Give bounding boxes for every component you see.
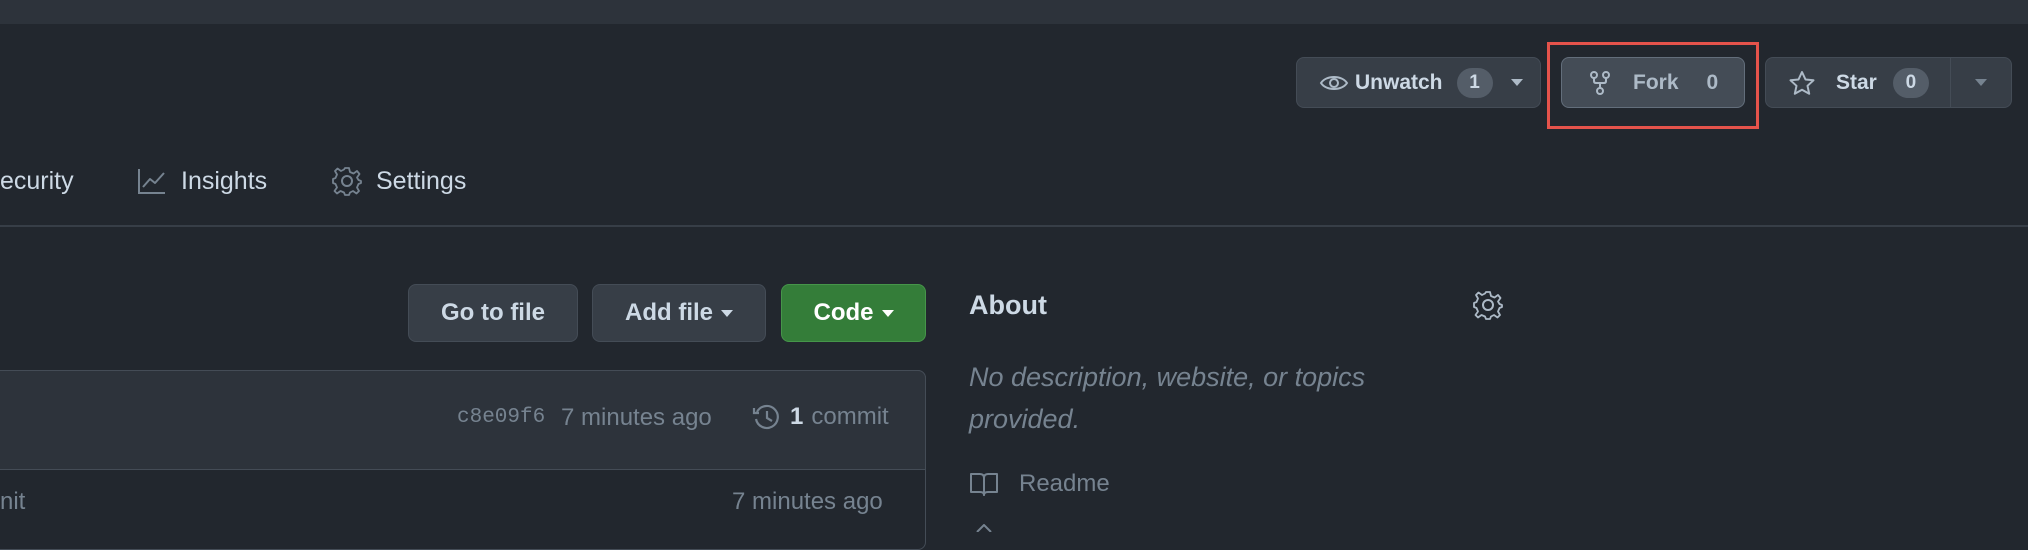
tab-settings-label: Settings: [376, 166, 467, 195]
tab-insights-label: Insights: [181, 166, 268, 195]
row-commit-message[interactable]: nit: [0, 488, 25, 516]
chevron-down-icon: [1975, 79, 1987, 86]
chevron-down-icon: [721, 309, 733, 317]
gear-icon: [332, 167, 362, 196]
chevron-down-icon: [881, 309, 894, 317]
commit-word: commit: [811, 403, 889, 430]
add-file-label: Add file: [625, 299, 713, 326]
add-file-button[interactable]: Add file: [592, 284, 766, 342]
watchers-count: 1: [1456, 67, 1493, 98]
chevron-down-icon[interactable]: [1510, 79, 1523, 86]
history-icon: [752, 404, 779, 430]
partial-icon: [976, 524, 992, 532]
code-label: Code: [813, 299, 874, 326]
code-button[interactable]: Code: [781, 284, 926, 342]
tab-insights[interactable]: Insights: [137, 164, 267, 198]
unwatch-button[interactable]: Unwatch 1: [1296, 57, 1541, 108]
about-description: No description, website, or topics provi…: [969, 362, 1366, 434]
row-time: 7 minutes ago: [732, 488, 883, 515]
gear-icon[interactable]: [1473, 290, 1503, 320]
stars-count: 0: [1892, 67, 1929, 98]
star-icon: [1789, 70, 1815, 95]
book-icon: [970, 473, 998, 496]
tab-settings[interactable]: Settings: [332, 164, 466, 198]
eye-icon: [1319, 75, 1349, 90]
tab-security[interactable]: ecurity: [0, 164, 74, 198]
star-label: Star: [1836, 70, 1877, 94]
top-strip: [0, 0, 2028, 24]
readme-label: Readme: [1019, 470, 1110, 497]
unwatch-label: Unwatch: [1355, 70, 1443, 94]
commit-sha[interactable]: c8e09f6: [457, 406, 545, 429]
readme-link[interactable]: Readme: [969, 470, 1110, 498]
commit-history-link[interactable]: 1 commit: [752, 402, 889, 432]
star-button[interactable]: Star 0: [1765, 57, 1951, 108]
graph-icon: [138, 169, 165, 194]
about-heading: About: [969, 290, 1047, 320]
go-to-file-button[interactable]: Go to file: [408, 284, 578, 342]
commit-time: 7 minutes ago: [561, 404, 712, 431]
go-to-file-label: Go to file: [441, 299, 545, 326]
tab-security-label: ecurity: [0, 166, 74, 195]
star-dropdown-button[interactable]: [1950, 57, 2012, 108]
commit-count: 1: [790, 403, 804, 430]
highlight-box: [1547, 42, 1759, 129]
table-row[interactable]: nit 7 minutes ago: [0, 470, 926, 532]
